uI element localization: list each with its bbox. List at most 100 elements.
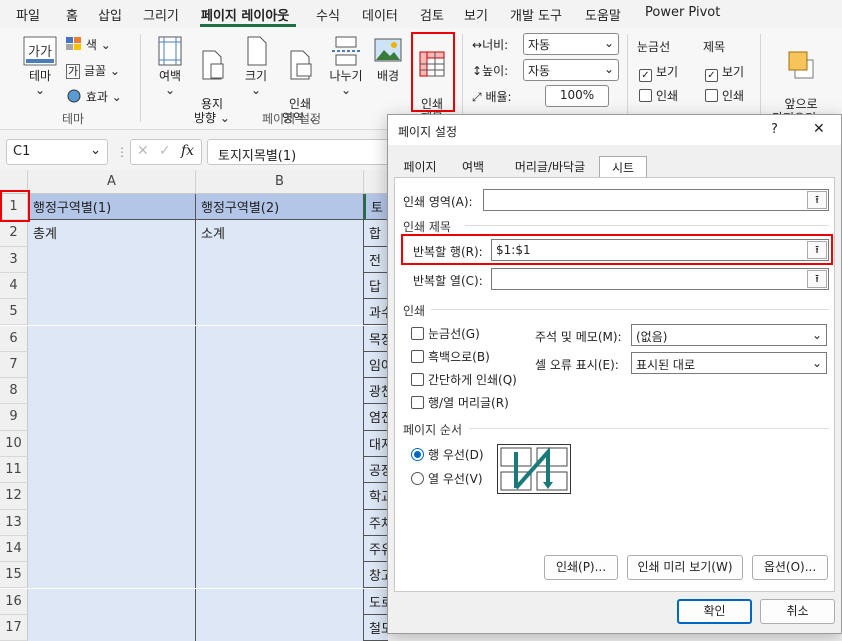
- down-then-over-radio[interactable]: 행 우선(D): [411, 446, 484, 463]
- row-header-7[interactable]: 7: [0, 351, 28, 379]
- cell[interactable]: [28, 378, 196, 405]
- row-header-5[interactable]: 5: [0, 299, 28, 326]
- menu-insert[interactable]: 삽입: [98, 5, 122, 24]
- cell[interactable]: 도로: [364, 588, 388, 615]
- over-then-down-radio[interactable]: 열 우선(V): [411, 470, 483, 487]
- gridlines-print-checkbox[interactable]: 인쇄: [639, 87, 678, 104]
- cell[interactable]: [196, 588, 364, 615]
- cancel-icon[interactable]: ✕: [137, 143, 149, 159]
- headings-print-checkbox[interactable]: 인쇄: [705, 87, 744, 104]
- collapse-icon[interactable]: ⭱: [807, 241, 827, 259]
- cell[interactable]: [196, 404, 364, 431]
- menu-view[interactable]: 보기: [464, 5, 488, 24]
- row-header-14[interactable]: 14: [0, 535, 28, 563]
- cell[interactable]: [28, 351, 196, 379]
- cell[interactable]: 주유: [364, 535, 388, 563]
- help-icon[interactable]: ?: [771, 122, 778, 137]
- col-header-b[interactable]: B: [196, 170, 364, 194]
- cell[interactable]: [196, 325, 364, 352]
- tab-page[interactable]: 페이지: [398, 156, 442, 178]
- print-titles-button[interactable]: 인쇄 제목: [414, 36, 450, 125]
- collapse-icon[interactable]: ⭱: [807, 191, 827, 209]
- menu-formulas[interactable]: 수식: [316, 5, 340, 24]
- name-box[interactable]: C1 ⌄: [6, 139, 108, 165]
- cell[interactable]: [196, 299, 364, 326]
- row-header-13[interactable]: 13: [0, 509, 28, 536]
- errors-select[interactable]: 표시된 대로 ⌄: [631, 352, 827, 374]
- menu-file[interactable]: 파일: [16, 5, 40, 24]
- cell[interactable]: [196, 483, 364, 510]
- tab-margins[interactable]: 여백: [450, 156, 496, 178]
- menu-power-pivot[interactable]: Power Pivot: [645, 5, 720, 20]
- cancel-button[interactable]: 취소: [760, 599, 835, 624]
- cell[interactable]: [28, 246, 196, 273]
- headings-checkbox[interactable]: 행/열 머리글(R): [411, 394, 509, 411]
- menu-developer[interactable]: 개발 도구: [510, 5, 562, 24]
- row-header-17[interactable]: 17: [0, 614, 28, 641]
- height-select[interactable]: 자동 ⌄: [523, 59, 619, 81]
- col-header-a[interactable]: A: [28, 170, 196, 194]
- scale-spinner[interactable]: 100%: [545, 85, 609, 107]
- cell[interactable]: [28, 299, 196, 326]
- print-area-input[interactable]: [483, 189, 829, 211]
- breaks-button[interactable]: 나누기 ⌄: [324, 36, 368, 97]
- row-header-16[interactable]: 16: [0, 588, 28, 615]
- confirm-icon[interactable]: ✓: [159, 143, 171, 159]
- bring-forward-button[interactable]: 앞으로 가져오기 ⌄: [768, 36, 834, 125]
- margins-button[interactable]: 여백 ⌄: [150, 36, 190, 97]
- cell[interactable]: [196, 246, 364, 273]
- row-header-2[interactable]: 2: [0, 220, 28, 247]
- cell[interactable]: 과수: [364, 299, 388, 326]
- cell[interactable]: [28, 404, 196, 431]
- cell[interactable]: 대지: [364, 430, 388, 457]
- comments-select[interactable]: (없음) ⌄: [631, 324, 827, 346]
- cell[interactable]: 주차: [364, 509, 388, 536]
- menu-review[interactable]: 검토: [420, 5, 444, 24]
- headings-view-checkbox[interactable]: ✓ 보기: [705, 63, 744, 82]
- row-header-9[interactable]: 9: [0, 404, 28, 431]
- cell[interactable]: 총계: [28, 220, 196, 247]
- cell[interactable]: [28, 457, 196, 484]
- ok-button[interactable]: 확인: [677, 599, 752, 624]
- cell[interactable]: [196, 562, 364, 589]
- row-header-4[interactable]: 4: [0, 272, 28, 300]
- draft-checkbox[interactable]: 간단하게 인쇄(Q): [411, 371, 517, 388]
- cell[interactable]: [28, 588, 196, 615]
- tab-sheet[interactable]: 시트: [599, 156, 647, 178]
- background-button[interactable]: 배경: [370, 36, 406, 83]
- row-header-8[interactable]: 8: [0, 378, 28, 405]
- cell[interactable]: [196, 457, 364, 484]
- row-header-3[interactable]: 3: [0, 246, 28, 273]
- cell[interactable]: [196, 509, 364, 536]
- print-button[interactable]: 인쇄(P)...: [544, 555, 618, 580]
- cell[interactable]: 답: [364, 272, 388, 300]
- cell[interactable]: 행정구역별(1): [28, 194, 196, 221]
- tab-header-footer[interactable]: 머리글/바닥글: [504, 156, 596, 178]
- row-header-15[interactable]: 15: [0, 562, 28, 589]
- row-header-11[interactable]: 11: [0, 457, 28, 484]
- menu-draw[interactable]: 그리기: [143, 5, 179, 24]
- cell[interactable]: [196, 351, 364, 379]
- cell[interactable]: [28, 509, 196, 536]
- row-header-12[interactable]: 12: [0, 483, 28, 510]
- cell[interactable]: 임야: [364, 351, 388, 379]
- collapse-icon[interactable]: ⭱: [807, 270, 827, 288]
- cell[interactable]: 공장: [364, 457, 388, 484]
- cell[interactable]: [196, 614, 364, 641]
- fonts-button[interactable]: 가 글꼴 ⌄: [66, 62, 120, 79]
- cell[interactable]: 소계: [196, 220, 364, 247]
- menu-help[interactable]: 도움말: [585, 5, 621, 24]
- cell[interactable]: [28, 430, 196, 457]
- insert-function-icon[interactable]: fx: [181, 143, 194, 159]
- cell[interactable]: [28, 614, 196, 641]
- cell[interactable]: 목장: [364, 325, 388, 352]
- width-select[interactable]: 자동 ⌄: [523, 33, 619, 55]
- gridlines-view-checkbox[interactable]: ✓ 보기: [639, 63, 678, 82]
- cell[interactable]: [28, 272, 196, 300]
- cell[interactable]: 광천: [364, 378, 388, 405]
- cell[interactable]: [28, 535, 196, 563]
- print-preview-button[interactable]: 인쇄 미리 보기(W): [627, 555, 743, 580]
- close-icon[interactable]: ✕: [813, 121, 825, 137]
- cell[interactable]: [28, 325, 196, 352]
- gridlines-checkbox[interactable]: 눈금선(G): [411, 325, 480, 342]
